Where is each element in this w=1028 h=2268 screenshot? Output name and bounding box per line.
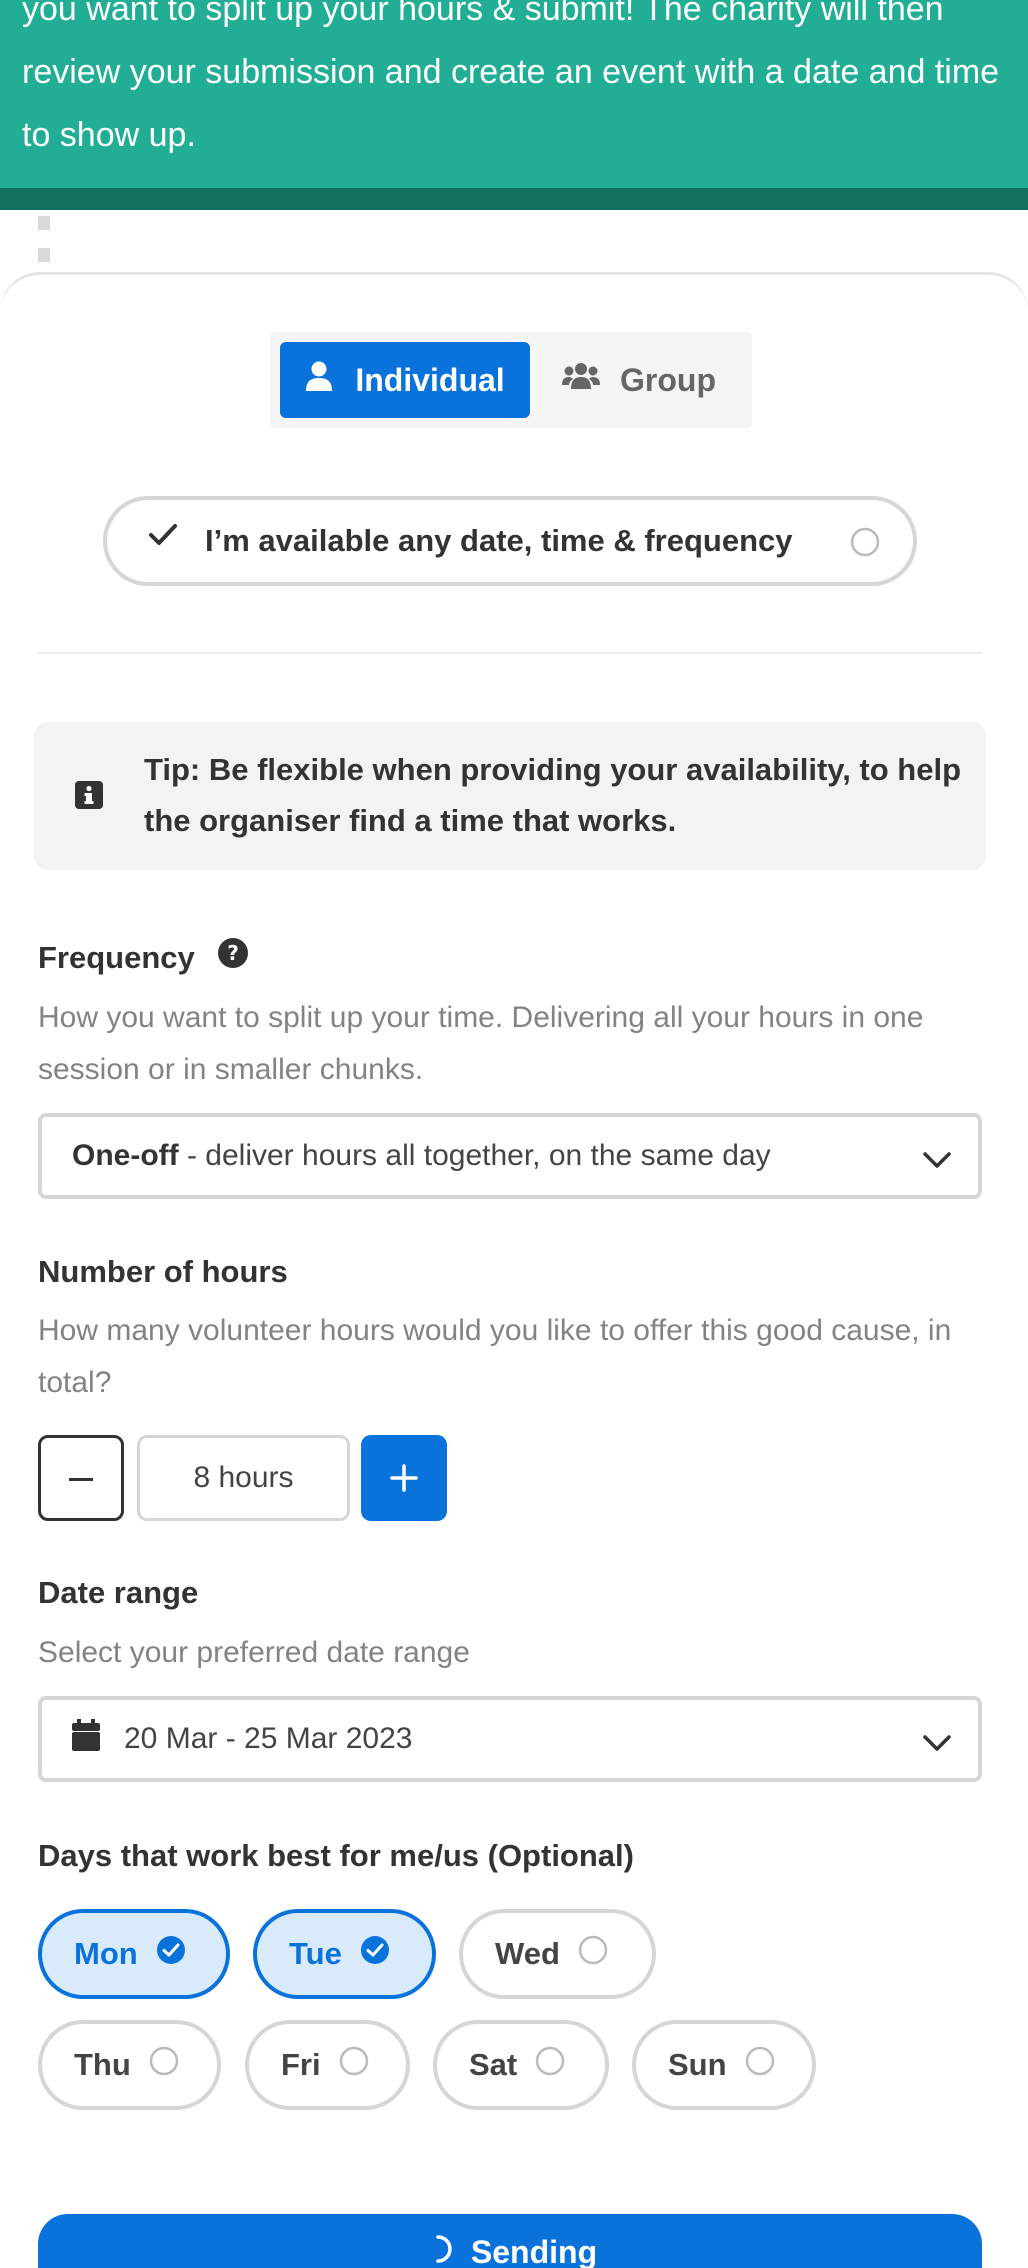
svg-text:?: ? (228, 941, 240, 965)
chevron-down-icon (922, 1145, 952, 1179)
banner-text: you want to split up your hours & submit… (22, 0, 1000, 154)
calendar-icon (72, 1719, 100, 1759)
scroll-handle-top (38, 216, 50, 230)
date-range-label: Date range (38, 1575, 199, 1610)
person-icon (305, 361, 333, 399)
hours-label: Number of hours (38, 1254, 288, 1289)
day-chip-wed[interactable]: Wed (459, 1909, 656, 1999)
tip-text: Tip: Be flexible when providing your ava… (144, 752, 962, 838)
date-range-description: Select your preferred date range (38, 1636, 470, 1669)
help-icon[interactable]: ? (217, 937, 249, 977)
info-icon (74, 780, 104, 815)
frequency-select[interactable]: One-off - deliver hours all together, on… (38, 1113, 982, 1199)
check-icon (147, 518, 179, 555)
day-chip-mon[interactable]: Mon (38, 1909, 230, 1999)
day-chip-sat[interactable]: Sat (433, 2020, 609, 2110)
mode-toggle: Individual Group (270, 332, 752, 428)
radio-empty-icon (745, 2046, 775, 2084)
radio-empty-icon (578, 1935, 608, 1973)
individual-label: Individual (355, 361, 505, 398)
divider (38, 652, 982, 654)
days-label: Days that work best for me/us (Optional) (38, 1838, 634, 1873)
date-range-value: 20 Mar - 25 Mar 2023 (124, 1722, 413, 1755)
date-range-select[interactable]: 20 Mar - 25 Mar 2023 (38, 1696, 982, 1782)
hours-description: How many volunteer hours would you like … (38, 1314, 952, 1399)
check-circle-icon (156, 1935, 186, 1973)
hours-input[interactable]: 8 hours (137, 1435, 350, 1521)
banner-strip (0, 188, 1028, 210)
users-icon (562, 361, 600, 399)
radio-empty-icon (849, 526, 881, 563)
day-chip-sun[interactable]: Sun (632, 2020, 816, 2110)
individual-button[interactable]: Individual (280, 342, 530, 418)
radio-empty-icon (535, 2046, 565, 2084)
group-label: Group (620, 361, 716, 398)
frequency-description: How you want to split up your time. Deli… (38, 1001, 924, 1086)
increment-button[interactable] (361, 1435, 447, 1521)
any-availability-label: I’m available any date, time & frequency (205, 523, 793, 558)
tip-box: Tip: Be flexible when providing your ava… (34, 722, 986, 870)
check-circle-icon (360, 1935, 390, 1973)
frequency-value: One-off - deliver hours all together, on… (72, 1139, 771, 1172)
submit-label: Sending (470, 2234, 598, 2268)
decrement-button[interactable] (38, 1435, 124, 1521)
scroll-handle-bottom (38, 248, 50, 262)
plus-icon (361, 1464, 447, 1525)
frequency-label: Frequency ? (38, 937, 249, 977)
day-chip-fri[interactable]: Fri (245, 2020, 410, 2110)
spinner-icon (423, 2234, 453, 2268)
day-chip-thu[interactable]: Thu (38, 2020, 221, 2110)
submit-button[interactable]: Sending (38, 2214, 982, 2268)
any-availability-option[interactable]: I’m available any date, time & frequency (103, 496, 917, 586)
radio-empty-icon (339, 2046, 369, 2084)
radio-empty-icon (149, 2046, 179, 2084)
day-chip-tue[interactable]: Tue (253, 1909, 436, 1999)
info-banner: you want to split up your hours & submit… (0, 0, 1028, 188)
group-button[interactable]: Group (562, 342, 744, 418)
minus-icon (69, 1478, 93, 1481)
chevron-down-icon (922, 1728, 952, 1762)
